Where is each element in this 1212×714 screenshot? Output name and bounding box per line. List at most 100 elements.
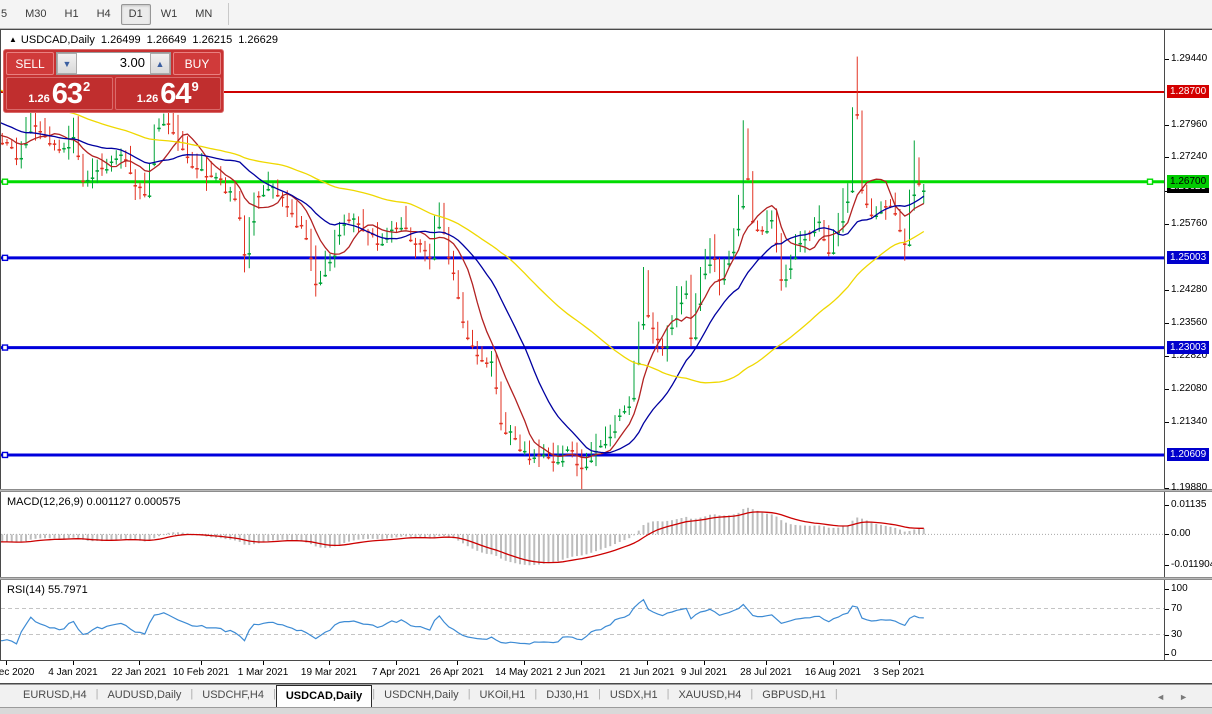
sell-price-pip: 2 bbox=[83, 79, 90, 94]
timeframe-button-M30[interactable]: M30 bbox=[17, 4, 54, 25]
tabs-scroll-right-icon[interactable]: ► bbox=[1179, 692, 1202, 702]
symbol-arrow-icon: ▲ bbox=[9, 35, 17, 44]
volume-stepper: ▼ 3.00 ▲ bbox=[56, 52, 171, 75]
date-tick-mark bbox=[6, 661, 7, 665]
tab-separator: | bbox=[835, 685, 838, 707]
tab-gbpusd-h1[interactable]: GBPUSD,H1 bbox=[753, 685, 835, 707]
date-tick-mark bbox=[329, 661, 330, 665]
volume-input[interactable]: 3.00 bbox=[77, 53, 150, 74]
price-tick-mark bbox=[1165, 323, 1169, 324]
buy-price-main: 64 bbox=[160, 80, 190, 109]
timeframe-button-H4[interactable]: H4 bbox=[89, 4, 119, 25]
timeframe-button-5[interactable]: 5 bbox=[0, 4, 15, 25]
date-label: 28 Jul 2021 bbox=[728, 667, 804, 678]
date-label: 19 Mar 2021 bbox=[291, 667, 367, 678]
price-tick-mark bbox=[1165, 224, 1169, 225]
price-tick-mark bbox=[1165, 356, 1169, 357]
price-tick-label: 1.19880 bbox=[1171, 482, 1207, 493]
price-axis-line bbox=[1164, 29, 1165, 661]
date-tick-mark bbox=[263, 661, 264, 665]
date-tick-mark bbox=[457, 661, 458, 665]
rsi-tick-label: 0 bbox=[1171, 648, 1177, 659]
date-tick-mark bbox=[833, 661, 834, 665]
tab-usdcnh-daily[interactable]: USDCNH,Daily bbox=[375, 685, 468, 707]
buy-price-display[interactable]: 1.26 64 9 bbox=[115, 77, 222, 110]
price-tick-label: 1.24280 bbox=[1171, 284, 1207, 295]
timeframe-button-W1[interactable]: W1 bbox=[153, 4, 186, 25]
buy-price-pip: 9 bbox=[191, 79, 198, 94]
rsi-tick-mark bbox=[1165, 609, 1169, 610]
tabs-scroll-left-icon[interactable]: ◄ bbox=[1156, 692, 1179, 702]
price-tick-mark bbox=[1165, 290, 1169, 291]
rsi-tick-label: 30 bbox=[1171, 629, 1182, 640]
buy-price-prefix: 1.26 bbox=[137, 93, 158, 105]
buy-button[interactable]: BUY bbox=[173, 52, 221, 75]
level-price-tag: 1.26700 bbox=[1167, 175, 1209, 188]
date-tick-mark bbox=[766, 661, 767, 665]
timeframe-toolbar: 5M30H1H4D1W1MN bbox=[0, 0, 1212, 29]
price-tick-label: 1.23560 bbox=[1171, 317, 1207, 328]
level-price-tag: 1.23003 bbox=[1167, 341, 1209, 354]
window-bottom-edge bbox=[0, 707, 1212, 714]
sell-price-main: 63 bbox=[52, 80, 82, 109]
sell-price-display[interactable]: 1.26 63 2 bbox=[6, 77, 113, 110]
macd-tick-mark bbox=[1165, 505, 1169, 506]
price-tick-label: 1.27960 bbox=[1171, 119, 1207, 130]
price-tick-mark bbox=[1165, 125, 1169, 126]
date-tick-mark bbox=[201, 661, 202, 665]
price-tick-mark bbox=[1165, 59, 1169, 60]
price-tick-mark bbox=[1165, 422, 1169, 423]
ohlc-high: 1.26649 bbox=[147, 34, 187, 46]
price-tick-mark bbox=[1165, 389, 1169, 390]
timeframe-button-H1[interactable]: H1 bbox=[57, 4, 87, 25]
symbol-tab-bar: EURUSD,H4|AUDUSD,Daily|USDCHF,H4|USDCAD,… bbox=[0, 684, 1212, 707]
chart-frame-top bbox=[0, 29, 1212, 30]
tab-dj30-h1[interactable]: DJ30,H1 bbox=[537, 685, 598, 707]
tab-usdchf-h4[interactable]: USDCHF,H4 bbox=[193, 685, 273, 707]
rsi-pane-canvas[interactable] bbox=[1, 581, 1164, 660]
date-label: 2 Jun 2021 bbox=[543, 667, 619, 678]
price-tick-label: 1.21340 bbox=[1171, 416, 1207, 427]
tab-usdcad-daily[interactable]: USDCAD,Daily bbox=[276, 685, 372, 707]
date-tick-mark bbox=[524, 661, 525, 665]
volume-decrease-button[interactable]: ▼ bbox=[57, 53, 77, 74]
rsi-tick-label: 70 bbox=[1171, 603, 1182, 614]
price-tick-mark bbox=[1165, 157, 1169, 158]
date-tick-mark bbox=[899, 661, 900, 665]
tab-xauusd-h4[interactable]: XAUUSD,H4 bbox=[669, 685, 750, 707]
pane-splitter-rsi[interactable] bbox=[0, 577, 1212, 580]
tab-audusd-daily[interactable]: AUDUSD,Daily bbox=[98, 685, 190, 707]
date-tick-mark bbox=[396, 661, 397, 665]
date-label: 1 Mar 2021 bbox=[225, 667, 301, 678]
rsi-indicator-label: RSI(14) 55.7971 bbox=[7, 584, 88, 596]
volume-increase-button[interactable]: ▲ bbox=[150, 53, 170, 74]
date-tick-mark bbox=[581, 661, 582, 665]
macd-tick-label: 0.00 bbox=[1171, 528, 1190, 539]
ohlc-low: 1.26215 bbox=[192, 34, 232, 46]
price-tick-mark bbox=[1165, 488, 1169, 489]
ohlc-close: 1.26629 bbox=[238, 34, 278, 46]
rsi-tick-mark bbox=[1165, 654, 1169, 655]
date-label: 16 Aug 2021 bbox=[795, 667, 871, 678]
date-label: 4 Jan 2021 bbox=[35, 667, 111, 678]
timeframe-button-MN[interactable]: MN bbox=[187, 4, 220, 25]
date-tick-mark bbox=[704, 661, 705, 665]
price-tick-label: 1.22080 bbox=[1171, 383, 1207, 394]
sell-button[interactable]: SELL bbox=[6, 52, 54, 75]
tab-eurusd-h4[interactable]: EURUSD,H4 bbox=[14, 685, 96, 707]
date-label: 26 Apr 2021 bbox=[419, 667, 495, 678]
rsi-tick-mark bbox=[1165, 635, 1169, 636]
pane-splitter-macd[interactable] bbox=[0, 489, 1212, 492]
tab-usdx-h1[interactable]: USDX,H1 bbox=[601, 685, 667, 707]
price-tick-label: 1.29440 bbox=[1171, 53, 1207, 64]
chart-symbol: USDCAD,Daily bbox=[21, 34, 95, 46]
sell-price-prefix: 1.26 bbox=[28, 93, 49, 105]
toolbar-separator bbox=[228, 3, 229, 25]
price-tick-label: 1.25760 bbox=[1171, 218, 1207, 229]
rsi-tick-label: 100 bbox=[1171, 583, 1188, 594]
tab-ukoil-h1[interactable]: UKOil,H1 bbox=[471, 685, 535, 707]
price-tick-label: 1.27240 bbox=[1171, 151, 1207, 162]
timeframe-button-D1[interactable]: D1 bbox=[121, 4, 151, 25]
date-axis-line bbox=[0, 660, 1212, 661]
macd-tick-mark bbox=[1165, 534, 1169, 535]
